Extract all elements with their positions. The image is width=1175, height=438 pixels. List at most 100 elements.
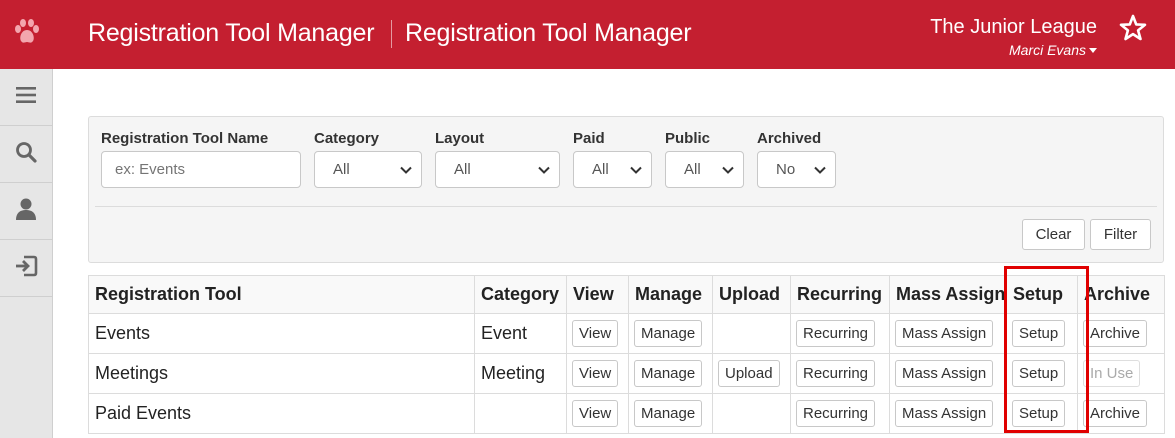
clear-button[interactable]: Clear — [1022, 219, 1085, 250]
column-header-mass-assign: Mass Assign — [889, 275, 1007, 314]
column-header-registration-tool: Registration Tool — [88, 275, 475, 314]
paid-filter-label: Paid — [573, 130, 605, 147]
category-cell — [474, 393, 567, 434]
category-select-value: All — [333, 161, 350, 178]
table-row: Meetings Meeting View Manage Upload Recu… — [88, 353, 1165, 394]
manage-button[interactable]: Manage — [634, 360, 703, 387]
mass-assign-cell: Mass Assign — [889, 353, 1007, 394]
view-button[interactable]: View — [572, 400, 619, 427]
favorite-button[interactable] — [1119, 14, 1147, 47]
archive-cell: In Use — [1077, 353, 1165, 394]
paid-filter-group: Paid All — [573, 129, 652, 188]
public-select[interactable]: All — [665, 151, 744, 188]
user-menu-dropdown[interactable]: Marci Evans — [1009, 42, 1097, 58]
recurring-button[interactable]: Recurring — [796, 320, 876, 347]
hamburger-menu-icon — [16, 86, 36, 109]
paw-icon — [12, 17, 42, 52]
archive-cell: Archive — [1077, 313, 1165, 354]
app-title[interactable]: Registration Tool Manager — [88, 19, 375, 48]
view-button[interactable]: View — [572, 320, 619, 347]
mass-assign-cell: Mass Assign — [889, 313, 1007, 354]
table-row: Events Event View Manage Recurring Mass … — [88, 313, 1165, 354]
registration-tools-table: Registration Tool Category View Manage U… — [88, 275, 1165, 434]
manage-button[interactable]: Manage — [634, 400, 703, 427]
manage-cell: Manage — [628, 393, 713, 434]
chevron-down-icon — [721, 163, 735, 181]
mass-assign-button[interactable]: Mass Assign — [895, 400, 994, 427]
setup-button[interactable]: Setup — [1012, 360, 1066, 387]
archived-select[interactable]: No — [757, 151, 836, 188]
filter-button[interactable]: Filter — [1090, 219, 1151, 250]
search-icon — [15, 141, 37, 168]
tool-name-cell: Events — [88, 313, 475, 354]
archive-button-in-use: In Use — [1083, 360, 1141, 387]
sidebar — [0, 69, 53, 438]
title-divider — [391, 20, 392, 48]
column-header-category: Category — [474, 275, 567, 314]
chevron-down-icon — [399, 163, 413, 181]
setup-cell: Setup — [1006, 313, 1078, 354]
upload-cell — [712, 393, 791, 434]
chevron-down-icon — [537, 163, 551, 181]
org-name: The Junior League — [930, 16, 1097, 38]
archived-filter-label: Archived — [757, 130, 822, 147]
user-name: Marci Evans — [1008, 42, 1086, 58]
top-header: Registration Tool Manager Registration T… — [0, 0, 1175, 69]
archive-button[interactable]: Archive — [1083, 320, 1148, 347]
star-icon — [1119, 14, 1147, 46]
setup-button[interactable]: Setup — [1012, 400, 1066, 427]
mass-assign-button[interactable]: Mass Assign — [895, 320, 994, 347]
logout-icon — [14, 255, 38, 282]
chevron-down-icon — [629, 163, 643, 181]
public-filter-label: Public — [665, 130, 711, 147]
column-header-archive: Archive — [1077, 275, 1165, 314]
filter-panel: Registration Tool Name Category All Layo… — [88, 116, 1164, 263]
setup-cell: Setup — [1006, 353, 1078, 394]
layout-select-value: All — [454, 161, 471, 178]
name-filter-label: Registration Tool Name — [101, 130, 269, 147]
sidebar-item-profile[interactable] — [0, 183, 52, 240]
chevron-down-icon — [813, 163, 827, 181]
mass-assign-cell: Mass Assign — [889, 393, 1007, 434]
archived-select-value: No — [776, 161, 796, 178]
column-header-recurring: Recurring — [790, 275, 890, 314]
recurring-button[interactable]: Recurring — [796, 360, 876, 387]
category-cell: Event — [474, 313, 567, 354]
sidebar-item-search[interactable] — [0, 126, 52, 183]
view-button[interactable]: View — [572, 360, 619, 387]
category-select[interactable]: All — [314, 151, 422, 188]
column-header-setup: Setup — [1006, 275, 1078, 314]
logo[interactable] — [0, 0, 53, 69]
view-cell: View — [566, 393, 629, 434]
category-filter-label: Category — [314, 130, 380, 147]
setup-cell: Setup — [1006, 393, 1078, 434]
setup-button[interactable]: Setup — [1012, 320, 1066, 347]
upload-cell: Upload — [712, 353, 791, 394]
layout-filter-group: Layout All — [435, 129, 560, 188]
archive-button[interactable]: Archive — [1083, 400, 1148, 427]
manage-cell: Manage — [628, 313, 713, 354]
sidebar-item-logout[interactable] — [0, 240, 52, 297]
layout-select[interactable]: All — [435, 151, 560, 188]
upload-button[interactable]: Upload — [718, 360, 780, 387]
category-filter-group: Category All — [314, 129, 422, 188]
registration-tool-name-input[interactable] — [101, 151, 301, 188]
sidebar-item-menu[interactable] — [0, 69, 52, 126]
paid-select[interactable]: All — [573, 151, 652, 188]
table-row: Paid Events View Manage Recurring Mass A… — [88, 393, 1165, 434]
recurring-button[interactable]: Recurring — [796, 400, 876, 427]
caret-down-icon — [1089, 48, 1097, 53]
tool-name-cell: Meetings — [88, 353, 475, 394]
page-title: Registration Tool Manager — [405, 19, 692, 47]
manage-button[interactable]: Manage — [634, 320, 703, 347]
name-filter-group: Registration Tool Name — [101, 129, 301, 188]
column-header-upload: Upload — [712, 275, 791, 314]
column-header-manage: Manage — [628, 275, 713, 314]
recurring-cell: Recurring — [790, 393, 890, 434]
public-select-value: All — [684, 161, 701, 178]
mass-assign-button[interactable]: Mass Assign — [895, 360, 994, 387]
column-header-view: View — [566, 275, 629, 314]
filter-divider — [95, 206, 1157, 207]
user-icon — [15, 197, 37, 226]
recurring-cell: Recurring — [790, 313, 890, 354]
